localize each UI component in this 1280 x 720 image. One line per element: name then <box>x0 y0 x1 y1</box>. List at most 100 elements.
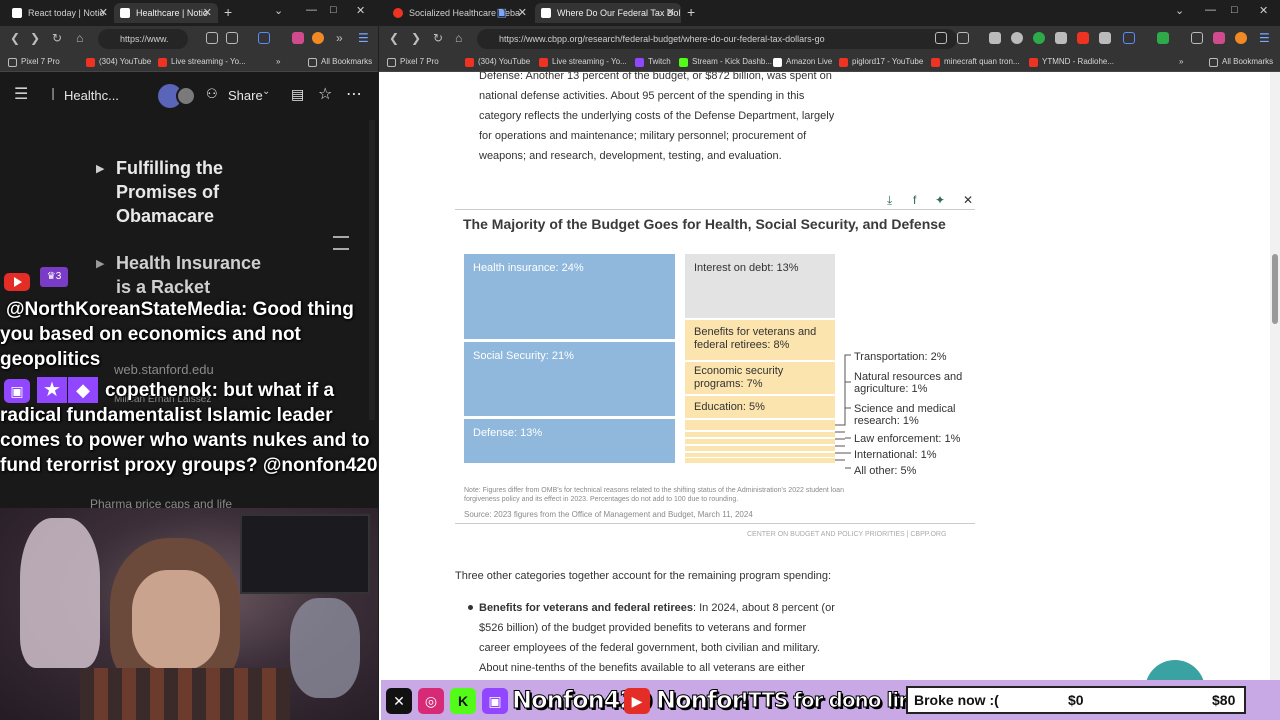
toggle-heading[interactable]: Health Insurance is a Racket <box>116 251 276 299</box>
share-button[interactable]: Share <box>228 88 263 103</box>
tab-federal-tax-dollars[interactable]: Where Do Our Federal Tax Doll ✕ <box>535 3 681 23</box>
tab-search-icon[interactable]: ⌄ <box>1175 4 1184 17</box>
bookmark-item[interactable]: (304) YouTube <box>86 55 151 69</box>
profile-avatar-icon[interactable] <box>312 32 324 44</box>
close-tab-icon[interactable]: ✕ <box>666 3 675 23</box>
drag-handle-icon[interactable] <box>333 236 349 250</box>
maximize-icon[interactable]: □ <box>1231 4 1238 16</box>
forward-icon[interactable]: ❯ <box>411 31 421 45</box>
extension-icon[interactable] <box>258 32 270 44</box>
toggle-heading[interactable]: Fulfilling the Promises of Obamacare <box>116 156 256 228</box>
bookmark-item[interactable]: Amazon Live <box>773 55 832 69</box>
bookmark-item[interactable]: Live streaming - Yo... <box>539 55 627 69</box>
extension-icon[interactable] <box>292 32 304 44</box>
bookmark-icon[interactable] <box>226 32 238 44</box>
treemap-block-natural-resources <box>685 432 835 437</box>
comment-icon[interactable]: ▤ <box>291 86 304 103</box>
picture-in-picture-icon[interactable]: ▣ <box>497 3 507 23</box>
treemap-block-economic-security: Economic security programs: 7% <box>685 362 835 394</box>
scrollbar-thumb[interactable] <box>1272 254 1278 324</box>
more-bookmarks-icon[interactable]: » <box>276 55 280 69</box>
new-tab-icon[interactable]: + <box>687 4 695 20</box>
avatar[interactable] <box>176 86 196 106</box>
all-bookmarks-folder[interactable]: All Bookmarks <box>1209 55 1273 69</box>
notion-scrollbar[interactable] <box>369 120 375 420</box>
left-url-field[interactable]: https://www. <box>98 29 188 49</box>
bookmark-item[interactable]: minecraft quan tron... <box>931 55 1020 69</box>
back-icon[interactable]: ❮ <box>389 31 399 45</box>
all-bookmarks-folder[interactable]: All Bookmarks <box>308 55 372 69</box>
extension-icon[interactable] <box>1157 32 1169 44</box>
chart-divider <box>455 209 975 210</box>
facebook-icon[interactable]: f <box>913 193 916 207</box>
toggle-arrow-icon[interactable]: ▶ <box>96 162 104 175</box>
toggle-arrow-icon[interactable]: ▶ <box>96 257 104 270</box>
extension-icon[interactable] <box>1099 32 1111 44</box>
close-window-icon[interactable]: ✕ <box>356 4 365 17</box>
x-twitter-icon[interactable]: ✕ <box>963 193 973 207</box>
close-tab-icon[interactable]: ✕ <box>99 3 108 23</box>
share-page-icon[interactable] <box>935 32 947 44</box>
extension-icon[interactable] <box>1123 32 1135 44</box>
extension-icon[interactable] <box>1213 32 1225 44</box>
chevron-down-icon[interactable]: ⌄ <box>262 86 270 97</box>
forward-icon[interactable]: ❯ <box>30 31 40 45</box>
more-bookmarks-icon[interactable]: » <box>1179 55 1183 69</box>
chart-divider <box>455 523 975 524</box>
favorite-star-icon[interactable]: ☆ <box>318 84 332 104</box>
more-options-icon[interactable]: ⋯ <box>346 84 362 104</box>
profile-avatar-icon[interactable] <box>1235 32 1247 44</box>
close-tab-icon[interactable]: ✕ <box>203 3 212 23</box>
new-tab-icon[interactable]: + <box>224 4 232 20</box>
bookmark-item[interactable]: Pixel 7 Pro <box>387 55 439 69</box>
left-browser-window: React today | Notio ✕ Healthcare | Notio… <box>0 0 378 720</box>
maximize-icon[interactable]: □ <box>330 4 337 16</box>
bookmark-item[interactable]: Twitch <box>635 55 671 69</box>
tab-healthcare[interactable]: Healthcare | Notio ✕ <box>114 3 218 23</box>
close-window-icon[interactable]: ✕ <box>1259 4 1268 17</box>
bluesky-icon[interactable]: ✦ <box>935 193 945 207</box>
youtube-extension-icon[interactable] <box>1077 32 1089 44</box>
bookmark-item[interactable]: piglord17 - YouTube <box>839 55 923 69</box>
close-tab-icon[interactable]: ✕ <box>518 3 527 23</box>
instagram-icon: ◎ <box>418 688 444 714</box>
menu-icon[interactable]: ☰ <box>1259 31 1270 45</box>
chat-username: copethenok: <box>105 380 218 401</box>
tab-socialized-healthcare[interactable]: Socialized Healthcare Deba ▣ ✕ <box>387 3 533 23</box>
bookmark-item[interactable]: YTMND - Radiohe... <box>1029 55 1114 69</box>
tab-search-icon[interactable]: ⌄ <box>274 4 283 17</box>
chat-message: copethenok: but what if a radical fundam… <box>0 378 378 478</box>
download-icon[interactable] <box>1191 32 1203 44</box>
bookmark-item[interactable]: Pixel 7 Pro <box>8 55 60 69</box>
bookmark-item[interactable]: (304) YouTube <box>465 55 530 69</box>
home-icon[interactable]: ⌂ <box>76 31 83 45</box>
streamer-face <box>132 570 220 670</box>
open-external-icon[interactable] <box>206 32 218 44</box>
minimize-icon[interactable]: — <box>1205 4 1216 16</box>
reload-icon[interactable]: ↻ <box>433 31 443 45</box>
twitch-icon <box>635 58 644 67</box>
label-law-enforcement: Law enforcement: 1% <box>854 433 961 445</box>
bookmark-icon[interactable] <box>957 32 969 44</box>
extension-icon[interactable] <box>989 32 1001 44</box>
menu-icon[interactable]: ☰ <box>358 31 369 45</box>
folder-icon <box>308 58 317 67</box>
more-tabs-icon[interactable]: » <box>336 31 343 45</box>
extension-icon[interactable] <box>1033 32 1045 44</box>
extension-icon[interactable] <box>1011 32 1023 44</box>
reload-icon[interactable]: ↻ <box>52 31 62 45</box>
bookmark-item[interactable]: Live streaming - Yo... <box>158 55 246 69</box>
download-icon[interactable]: ⤓ <box>887 193 892 208</box>
bookmark-item[interactable]: Stream - Kick Dashb... <box>679 55 772 69</box>
chart-note-line: Note: Figures differ from OMB's for tech… <box>464 487 844 494</box>
goal-label: Broke now :( <box>914 692 999 708</box>
minimize-icon[interactable]: — <box>306 4 317 16</box>
page-title[interactable]: Healthc... <box>64 88 119 103</box>
back-icon[interactable]: ❮ <box>10 31 20 45</box>
tab-react-today[interactable]: React today | Notio ✕ <box>6 3 114 23</box>
home-icon[interactable]: ⌂ <box>455 31 462 45</box>
extension-icon[interactable] <box>1055 32 1067 44</box>
sidebar-menu-icon[interactable]: ☰ <box>14 84 28 104</box>
right-url-field[interactable]: https://www.cbpp.org/research/federal-bu… <box>477 29 957 49</box>
page-scrollbar[interactable] <box>1270 72 1280 720</box>
